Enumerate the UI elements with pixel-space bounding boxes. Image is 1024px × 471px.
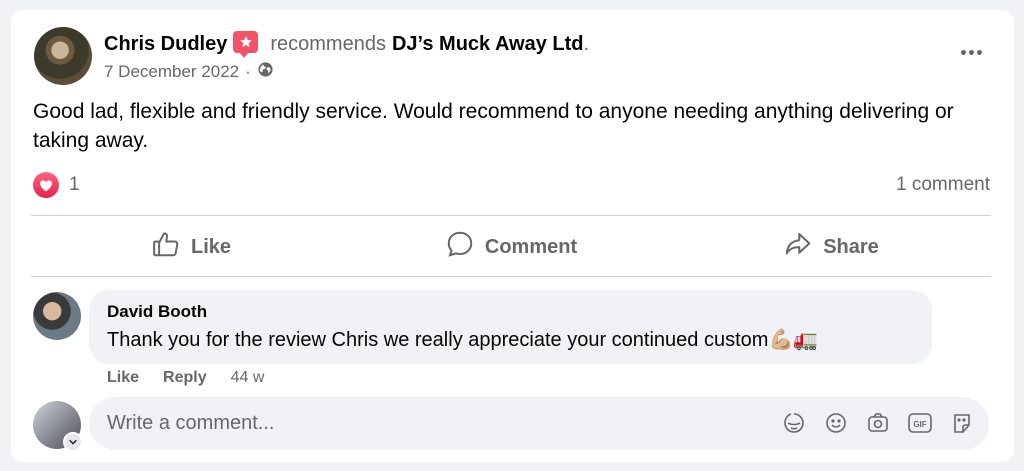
divider <box>31 276 991 277</box>
svg-text:GIF: GIF <box>913 420 926 429</box>
post-card: Chris Dudley recommends DJ’s Muck Away L… <box>11 10 1014 462</box>
avatar-sticker-icon[interactable] <box>949 410 975 436</box>
sticker-icon[interactable] <box>781 410 807 436</box>
commenter-avatar[interactable] <box>33 292 81 340</box>
commenter-name[interactable]: David Booth <box>107 302 207 322</box>
post-text: Good lad, flexible and friendly service.… <box>33 100 954 152</box>
comment-composer: GIF <box>89 397 989 450</box>
recommends-text: recommends <box>270 32 386 55</box>
gif-icon[interactable]: GIF <box>907 410 933 436</box>
share-label: Share <box>823 235 879 258</box>
author-name[interactable]: Chris Dudley <box>104 33 227 56</box>
reaction-count: 1 <box>69 174 80 195</box>
comment-input[interactable] <box>107 412 757 435</box>
composer-icons: GIF <box>781 410 975 436</box>
like-label: Like <box>190 235 232 258</box>
share-icon <box>783 229 813 265</box>
page-name[interactable]: DJ’s Muck Away Ltd <box>392 33 584 56</box>
like-icon <box>151 229 181 265</box>
divider <box>31 215 991 216</box>
camera-icon[interactable] <box>865 410 891 436</box>
chevron-down-icon[interactable] <box>63 432 83 452</box>
globe-icon[interactable] <box>257 61 274 83</box>
love-reaction-icon <box>33 172 59 198</box>
comment-reply-link[interactable]: Reply <box>163 369 207 387</box>
author-avatar[interactable] <box>34 27 92 85</box>
meta-separator: · <box>245 62 251 81</box>
comment-count[interactable]: 1 comment <box>896 171 990 199</box>
comment-text: Thank you for the review Chris we really… <box>107 327 818 352</box>
post-actions: Like Comment Share <box>31 217 991 277</box>
comment-bubble: David Booth Thank you for the review Chr… <box>89 290 932 364</box>
like-button[interactable]: Like <box>31 217 351 277</box>
more-icon[interactable] <box>956 42 986 62</box>
comment-emojis: 💪🏼🚛 <box>768 329 819 351</box>
post-header: Chris Dudley recommends DJ’s Muck Away L… <box>104 29 589 59</box>
comment-age[interactable]: 44 w <box>231 369 265 387</box>
emoji-icon[interactable] <box>823 410 849 436</box>
comment-body: Thank you for the review Chris we really… <box>107 329 769 351</box>
comment-icon <box>445 229 475 265</box>
comment-meta: Like Reply 44 w <box>107 367 264 389</box>
comment-label: Comment <box>484 235 578 258</box>
comment-like-link[interactable]: Like <box>107 369 139 387</box>
recommend-star-icon <box>233 31 259 58</box>
period: . <box>583 32 590 55</box>
comment-button[interactable]: Comment <box>351 217 671 277</box>
share-button[interactable]: Share <box>671 217 991 277</box>
post-date[interactable]: 7 December 2022 <box>104 62 239 82</box>
post-meta: 7 December 2022 · <box>104 61 274 83</box>
reactions-summary[interactable]: 1 <box>33 171 80 199</box>
